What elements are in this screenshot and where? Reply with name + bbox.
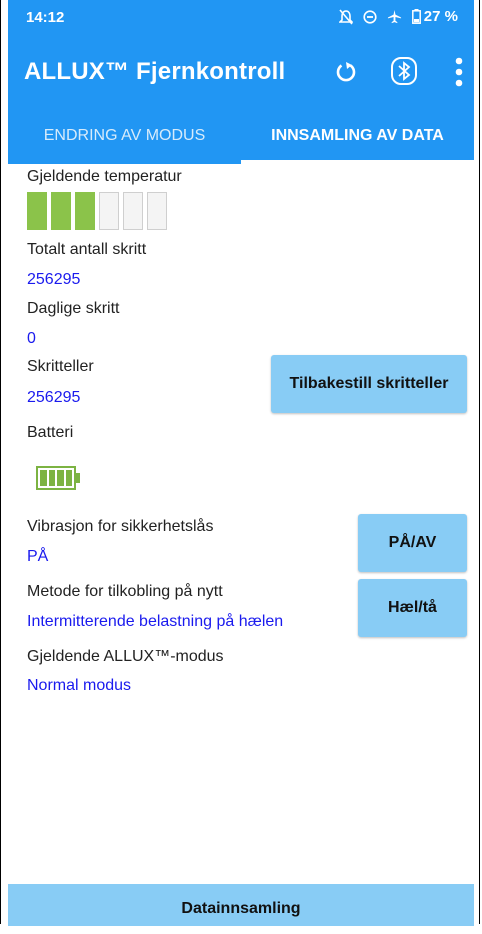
step-counter-value: 256295	[27, 389, 81, 406]
daily-steps-label: Daglige skritt	[27, 300, 120, 317]
heel-toe-button[interactable]: Hæl/tå	[358, 579, 467, 637]
temperature-segment	[99, 192, 119, 230]
bluetooth-icon[interactable]	[390, 56, 418, 86]
battery-cell	[57, 470, 64, 486]
temperature-segment	[27, 192, 47, 230]
battery-cell	[40, 470, 47, 486]
battery-tip	[76, 473, 80, 483]
step-counter-label: Skritteller	[27, 358, 94, 375]
bell-off-icon	[338, 8, 353, 25]
data-collection-button[interactable]: Datainnsamling	[8, 884, 474, 926]
temperature-bar	[27, 192, 167, 230]
temperature-label: Gjeldende temperatur	[27, 168, 182, 185]
status-icons: 27 %	[338, 8, 458, 25]
sync-icon[interactable]	[334, 58, 358, 86]
battery-level-icon	[36, 466, 76, 490]
tab-bar: ENDRING AV MODUS INNSAMLING AV DATA	[8, 112, 474, 164]
mode-value: Normal modus	[27, 677, 132, 694]
temperature-segment	[51, 192, 71, 230]
reconnect-label: Metode for tilkobling på nytt	[27, 583, 223, 600]
mode-label: Gjeldende ALLUX™-modus	[27, 648, 224, 665]
temperature-segment	[123, 192, 143, 230]
reset-step-counter-button[interactable]: Tilbakestill skritteller	[271, 355, 467, 413]
battery-label: Batteri	[27, 424, 74, 441]
status-bar: 14:12 27 %	[8, 0, 474, 32]
vibration-toggle-button[interactable]: PÅ/AV	[358, 514, 467, 572]
temperature-segment	[75, 192, 95, 230]
battery-status: 27 %	[411, 8, 458, 25]
airplane-icon	[387, 9, 401, 24]
tab-mode-change[interactable]: ENDRING AV MODUS	[8, 112, 241, 164]
do-not-disturb-icon	[363, 9, 377, 24]
total-steps-value: 256295	[27, 271, 81, 288]
more-vert-icon[interactable]	[454, 56, 464, 88]
tab-indicator	[241, 160, 474, 164]
vibration-value: PÅ	[27, 548, 49, 565]
battery-icon	[411, 9, 421, 24]
battery-cell	[48, 470, 55, 486]
tab-data-collection[interactable]: INNSAMLING AV DATA	[241, 112, 474, 164]
app-title: ALLUX™ Fjernkontroll	[24, 58, 286, 85]
app-bar: ALLUX™ Fjernkontroll	[8, 32, 474, 112]
vibration-label: Vibrasjon for sikkerhetslås	[27, 518, 214, 535]
status-time: 14:12	[26, 9, 65, 26]
battery-percent: 27 %	[423, 8, 458, 25]
total-steps-label: Totalt antall skritt	[27, 241, 147, 258]
temperature-segment	[147, 192, 167, 230]
battery-cell	[65, 470, 72, 486]
daily-steps-value: 0	[27, 330, 36, 347]
reconnect-value: Intermitterende belastning på hælen	[27, 613, 284, 630]
